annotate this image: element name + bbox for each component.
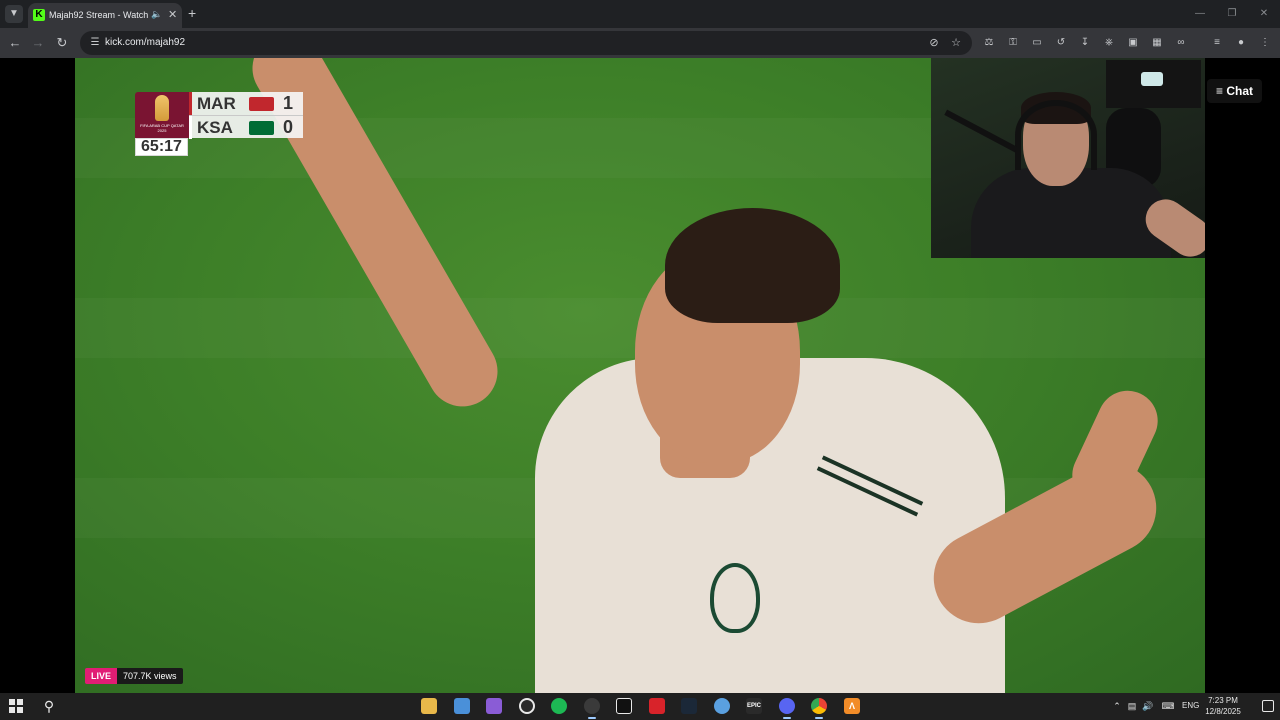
app-red-icon[interactable]: [649, 698, 665, 714]
chat-button-label: Chat: [1226, 84, 1254, 98]
streamer-webcam: [931, 58, 1205, 258]
chrome-icon[interactable]: [811, 698, 827, 719]
app-orange-icon[interactable]: Λ: [844, 698, 860, 714]
headset-icon: [1015, 100, 1097, 170]
windows-taskbar: ⚲ EPIC Λ ⌃ ▤ 🔊 ⌨ ENG 7:23 PM 12/8/2025: [0, 693, 1280, 720]
scoreboard-row-away: KSA 0: [189, 115, 303, 139]
team-score: 0: [283, 117, 294, 137]
tab-title: Majah92 Stream - Watch Li: [49, 10, 149, 20]
minimize-icon[interactable]: —: [1184, 0, 1216, 28]
screenshot-icon[interactable]: ▣: [1126, 36, 1140, 50]
tournament-logo: FIFA ARAB CUP QATAR 2025: [135, 92, 189, 138]
network-icon[interactable]: ▤: [1126, 700, 1138, 712]
team-code: MAR: [197, 94, 236, 113]
download-icon[interactable]: ↧: [1078, 36, 1092, 50]
keyboard-icon[interactable]: ⌨: [1160, 700, 1176, 712]
chevron-down-icon[interactable]: ▼: [5, 5, 23, 23]
window-controls: — ❐ ✕: [1184, 0, 1280, 28]
clock-date: 12/8/2025: [1205, 707, 1241, 716]
neon-sign: [1106, 60, 1201, 108]
extension-icon[interactable]: ⚖: [982, 36, 996, 50]
flag-icon: [249, 121, 274, 135]
search-icon[interactable]: ⚲: [40, 697, 58, 715]
star-icon[interactable]: ☆: [949, 36, 963, 50]
games-icon[interactable]: [486, 698, 502, 714]
scoreboard: FIFA ARAB CUP QATAR 2025 MAR 1 KSA 0 65:…: [135, 92, 303, 156]
match-clock: 65:17: [135, 138, 188, 156]
trophy-icon: [155, 95, 169, 121]
reload-icon[interactable]: ↻: [53, 34, 71, 52]
profile-avatar-icon[interactable]: ●: [1234, 36, 1248, 50]
app-circle-icon[interactable]: [714, 698, 730, 714]
browser-tab-bar: ▼ K Majah92 Stream - Watch Li 🔈 ✕ + — ❐ …: [0, 0, 1280, 28]
team-code: KSA: [197, 118, 233, 137]
address-bar[interactable]: ☰ kick.com/majah92 ⊘ ☆: [80, 31, 972, 55]
back-arrow-icon[interactable]: ←: [6, 34, 24, 52]
speaker-icon[interactable]: 🔈: [151, 9, 162, 20]
history-icon[interactable]: ↺: [1054, 36, 1068, 50]
notification-icon[interactable]: [1262, 700, 1274, 712]
kick-favicon-icon: K: [33, 9, 45, 21]
chat-collapse-icon: ≡: [1215, 84, 1223, 98]
card-icon[interactable]: ▭: [1030, 36, 1044, 50]
system-clock[interactable]: 7:23 PM 12/8/2025: [1201, 695, 1245, 717]
obs-icon[interactable]: [519, 698, 535, 714]
neon-logo-icon: [1141, 72, 1163, 86]
team-accent: [189, 116, 192, 139]
volume-icon[interactable]: 🔊: [1142, 700, 1154, 712]
clock-time: 7:23 PM: [1208, 696, 1238, 705]
site-info-icon[interactable]: ☰: [88, 36, 102, 50]
team-accent: [189, 92, 192, 115]
store-icon[interactable]: [454, 698, 470, 714]
steam-icon[interactable]: [681, 698, 697, 714]
live-badge: LIVE: [85, 668, 118, 684]
app-icon[interactable]: [584, 698, 600, 719]
kebab-menu-icon[interactable]: ⋮: [1258, 36, 1272, 50]
close-icon[interactable]: ✕: [168, 8, 177, 21]
url-text: kick.com/majah92: [105, 37, 186, 48]
file-explorer-icon[interactable]: [421, 698, 437, 714]
team-score: 1: [283, 93, 294, 113]
chat-toggle-button[interactable]: ≡ Chat: [1207, 79, 1262, 103]
scoreboard-row-home: MAR 1: [189, 92, 303, 115]
spotify-icon[interactable]: [551, 698, 567, 714]
maximize-icon[interactable]: ❐: [1216, 0, 1248, 28]
flag-icon: [249, 97, 274, 111]
page-content: FIFA ARAB CUP QATAR 2025 MAR 1 KSA 0 65:…: [0, 58, 1280, 693]
apps-grid-icon[interactable]: ▦: [1150, 36, 1164, 50]
epic-games-icon[interactable]: EPIC: [746, 698, 762, 714]
password-key-icon[interactable]: ⚿: [1006, 36, 1020, 50]
live-indicator: LIVE 707.7K views: [85, 668, 183, 684]
plus-icon[interactable]: +: [188, 5, 196, 21]
tournament-logo-text: FIFA ARAB CUP QATAR 2025: [140, 123, 184, 133]
microphone-arm: [944, 109, 1018, 153]
discord-icon[interactable]: [779, 698, 795, 719]
reading-list-icon[interactable]: ≡: [1210, 36, 1224, 50]
player-hair: [665, 208, 840, 323]
windows-start-icon[interactable]: [9, 699, 23, 713]
translate-icon[interactable]: ⎈: [1102, 36, 1116, 50]
chevron-up-icon[interactable]: ⌃: [1111, 700, 1123, 712]
capcut-icon[interactable]: [616, 698, 632, 714]
video-player[interactable]: FIFA ARAB CUP QATAR 2025 MAR 1 KSA 0 65:…: [75, 58, 1205, 693]
close-window-icon[interactable]: ✕: [1248, 0, 1280, 28]
link-icon[interactable]: ∞: [1174, 36, 1188, 50]
forward-arrow-icon[interactable]: →: [29, 34, 47, 52]
language-indicator[interactable]: ENG: [1182, 701, 1199, 710]
view-count: 707.7K views: [117, 668, 183, 684]
eye-off-icon[interactable]: ⊘: [927, 36, 941, 50]
active-tab[interactable]: K Majah92 Stream - Watch Li 🔈 ✕: [28, 3, 182, 28]
jersey-crest-icon: [710, 563, 760, 633]
browser-toolbar: ← → ↻ ☰ kick.com/majah92 ⊘ ☆ ⚖ ⚿ ▭ ↺ ↧ ⎈…: [0, 28, 1280, 58]
